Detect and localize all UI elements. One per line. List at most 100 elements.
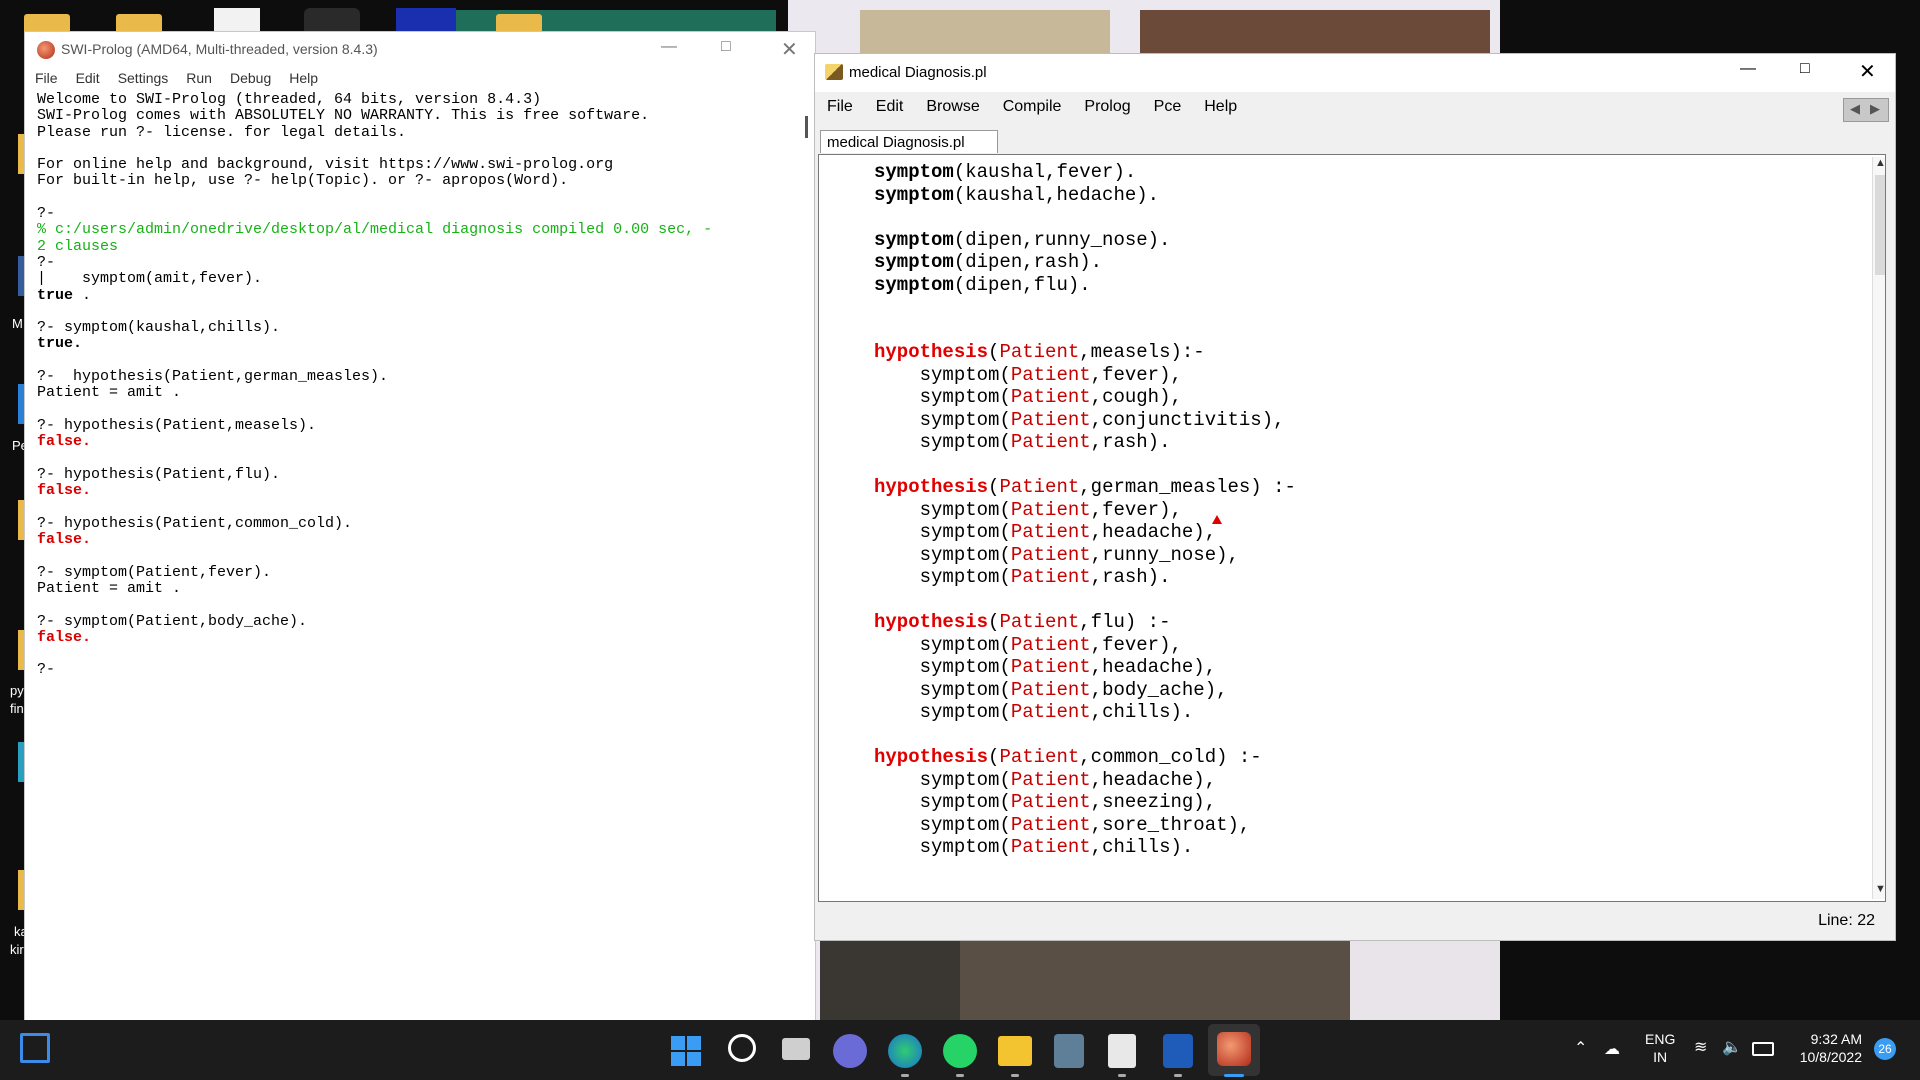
widgets-icon[interactable] — [20, 1033, 50, 1063]
scroll-up-icon[interactable]: ▲ — [1875, 157, 1885, 169]
console-output[interactable]: Welcome to SWI-Prolog (threaded, 64 bits… — [37, 91, 807, 992]
chevron-up-icon[interactable]: ⌃ — [1574, 1038, 1587, 1058]
code-text[interactable]: symptom(kaushal,fever). symptom(kaushal,… — [874, 161, 1834, 859]
menu-compile[interactable]: Compile — [1003, 98, 1062, 115]
title-bar[interactable]: medical Diagnosis.pl — □ ✕ — [815, 54, 1895, 92]
start-windows-icon[interactable] — [671, 1036, 701, 1066]
code-args: measels):- — [1090, 341, 1205, 363]
menu-pce[interactable]: Pce — [1154, 98, 1182, 115]
calculator-icon[interactable] — [1054, 1034, 1084, 1068]
running-indicator — [1174, 1074, 1182, 1077]
task-view-icon[interactable] — [782, 1038, 810, 1060]
menu-debug[interactable]: Debug — [230, 70, 271, 86]
close-icon[interactable]: ✕ — [1859, 59, 1876, 84]
title-bar[interactable]: SWI-Prolog (AMD64, Multi-threaded, versi… — [25, 32, 815, 66]
code-args: (dipen,runny_nose). — [953, 228, 1171, 251]
code-goal: symptom — [919, 543, 1000, 566]
code-goal: symptom — [919, 633, 1000, 656]
maximize-icon[interactable]: □ — [721, 38, 731, 56]
console-prompt: ?- — [37, 253, 56, 271]
menu-run[interactable]: Run — [186, 70, 212, 86]
code-functor: symptom — [874, 251, 954, 273]
menu-browse[interactable]: Browse — [926, 98, 979, 115]
code-variable: Patient — [999, 611, 1080, 633]
edge-browser-icon[interactable] — [888, 1034, 922, 1068]
code-editor[interactable]: symptom(kaushal,fever). symptom(kaushal,… — [818, 154, 1886, 902]
code-args: (kaushal,fever). — [953, 161, 1137, 183]
close-icon[interactable]: ✕ — [781, 37, 798, 62]
navigation-arrows-icon[interactable]: ◀ ▶ — [1843, 98, 1889, 122]
swi-prolog-taskbar-icon[interactable] — [1217, 1032, 1251, 1066]
menu-edit[interactable]: Edit — [76, 70, 100, 86]
code-head: hypothesis — [874, 746, 989, 768]
code-variable: Patient — [1010, 521, 1091, 543]
word-icon[interactable] — [1163, 1034, 1193, 1068]
menu-help[interactable]: Help — [289, 70, 318, 86]
code-variable: Patient — [1010, 678, 1091, 701]
editor-window[interactable]: medical Diagnosis.pl — □ ✕ File Edit Brows… — [815, 54, 1895, 940]
code-goal: symptom — [919, 386, 1000, 408]
onedrive-icon[interactable]: ☁ — [1604, 1039, 1620, 1059]
menu-settings[interactable]: Settings — [118, 70, 169, 86]
menu-prolog[interactable]: Prolog — [1084, 98, 1130, 115]
whatsapp-icon[interactable] — [943, 1034, 977, 1068]
code-functor: symptom — [874, 183, 954, 206]
language-code: ENG — [1645, 1031, 1676, 1047]
language-indicator[interactable]: ENG IN — [1645, 1030, 1675, 1066]
code-variable: Patient — [1010, 836, 1091, 858]
back-arrow-icon[interactable]: ◀ — [1850, 101, 1860, 117]
console-result: . — [73, 286, 92, 304]
code-variable: Patient — [1010, 408, 1091, 431]
desktop-label: kir — [10, 942, 24, 957]
console-query: ?- hypothesis(Patient,measels). — [37, 416, 317, 434]
code-args: headache), — [1102, 521, 1217, 543]
forward-arrow-icon[interactable]: ▶ — [1870, 101, 1880, 117]
menu-edit[interactable]: Edit — [876, 98, 904, 115]
wifi-icon[interactable]: ≋ — [1694, 1037, 1707, 1057]
running-indicator — [1011, 1074, 1019, 1077]
line-indicator: Line: 22 — [1818, 912, 1875, 929]
volume-icon[interactable]: 🔈 — [1722, 1037, 1742, 1057]
search-icon[interactable] — [728, 1034, 756, 1062]
menu-file[interactable]: File — [827, 98, 853, 115]
maximize-icon[interactable]: □ — [1800, 60, 1810, 78]
clock[interactable]: 9:32 AM 10/8/2022 — [1790, 1030, 1862, 1066]
clock-date: 10/8/2022 — [1799, 1049, 1862, 1065]
wallpaper-photo — [860, 10, 1110, 55]
code-variable: Patient — [1010, 656, 1091, 678]
swi-prolog-window[interactable]: SWI-Prolog (AMD64, Multi-threaded, versi… — [25, 32, 815, 1020]
code-variable: Patient — [1010, 633, 1091, 656]
cursor-caret-icon — [1212, 515, 1222, 524]
menu-file[interactable]: File — [35, 70, 58, 86]
minimize-icon[interactable]: — — [661, 38, 677, 56]
vertical-scrollbar[interactable]: ▲ ▼ — [1872, 157, 1885, 899]
code-args: sore_throat), — [1102, 813, 1251, 836]
code-functor: symptom — [874, 228, 954, 251]
menu-help[interactable]: Help — [1204, 98, 1237, 115]
console-prompt: ?- — [37, 205, 56, 223]
running-indicator — [901, 1074, 909, 1077]
status-bar: Line: 22 — [815, 906, 1895, 936]
notepad-icon[interactable] — [1108, 1034, 1136, 1068]
code-args: (kaushal,hedache). — [953, 183, 1160, 206]
minimize-icon[interactable]: — — [1740, 60, 1756, 78]
code-goal: symptom — [919, 363, 1000, 386]
notification-badge[interactable]: 26 — [1874, 1038, 1896, 1060]
teams-chat-icon[interactable] — [833, 1034, 867, 1068]
console-prompt[interactable]: ?- — [37, 661, 55, 678]
code-head: hypothesis — [874, 611, 989, 633]
code-args: rash). — [1102, 566, 1171, 588]
desktop-label: fin — [10, 701, 24, 716]
battery-icon[interactable] — [1752, 1042, 1774, 1056]
code-args: runny_nose), — [1102, 543, 1239, 566]
code-args: chills). — [1102, 701, 1194, 723]
menu-bar: File Edit Settings Run Debug Help — [35, 70, 825, 92]
code-goal: symptom — [919, 791, 1000, 813]
code-variable: Patient — [1010, 386, 1091, 408]
scroll-down-icon[interactable]: ▼ — [1875, 883, 1885, 895]
code-variable: Patient — [999, 341, 1080, 363]
scroll-thumb[interactable] — [1875, 175, 1885, 275]
file-explorer-icon[interactable] — [998, 1036, 1032, 1066]
console-result: false. — [37, 628, 92, 646]
tab-medical-diagnosis[interactable]: medical Diagnosis.pl — [820, 130, 998, 153]
